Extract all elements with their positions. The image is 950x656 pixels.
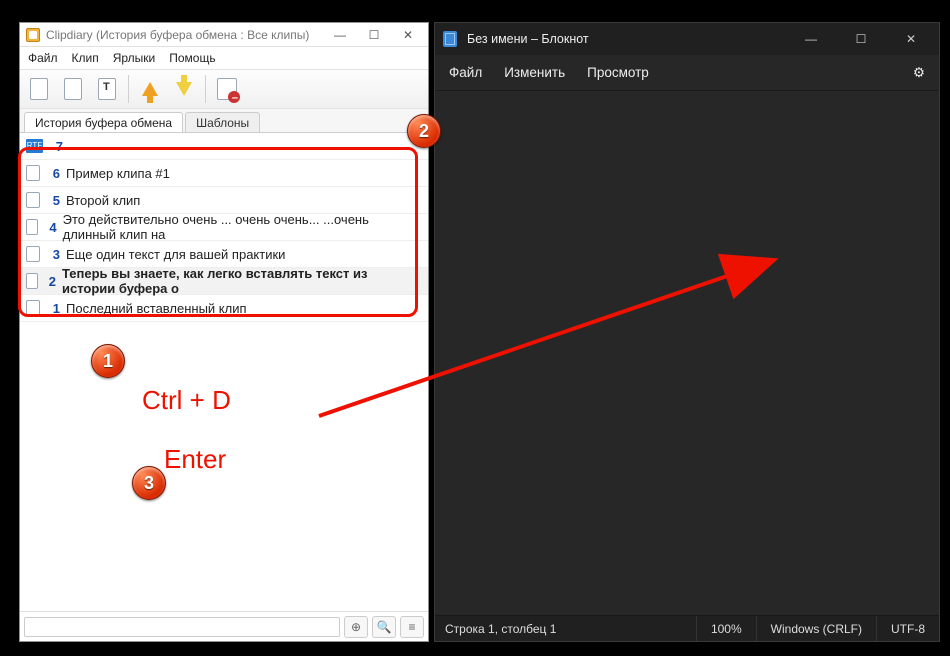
tab-templates[interactable]: Шаблоны <box>185 112 260 132</box>
filter-button[interactable]: ≡ <box>400 616 424 638</box>
notepad-window: Без имени – Блокнот — ☐ ✕ Файл Изменить … <box>434 22 940 642</box>
close-button[interactable]: ✕ <box>394 25 422 45</box>
close-button[interactable]: ✕ <box>891 25 931 53</box>
clipdiary-toolbar <box>20 69 428 109</box>
menu-edit[interactable]: Изменить <box>504 65 565 80</box>
menu-clip[interactable]: Клип <box>72 51 99 65</box>
settings-gear-icon[interactable]: ⚙ <box>913 65 925 81</box>
toolbar-down-button[interactable] <box>169 73 199 105</box>
maximize-button[interactable]: ☐ <box>841 25 881 53</box>
menu-file[interactable]: Файл <box>28 51 58 65</box>
annotation-badge-2: 2 <box>407 114 441 148</box>
notepad-app-icon <box>443 31 457 47</box>
toolbar-separator <box>205 75 206 103</box>
menu-file[interactable]: Файл <box>449 65 482 80</box>
search-input[interactable] <box>24 617 340 637</box>
clipdiary-menubar: Файл Клип Ярлыки Помощь <box>20 47 428 69</box>
search-button[interactable]: 🔍 <box>372 616 396 638</box>
menu-help[interactable]: Помощь <box>169 51 215 65</box>
notepad-menubar: Файл Изменить Просмотр ⚙ <box>435 55 939 91</box>
toolbar-paste-button[interactable] <box>24 73 54 105</box>
annotation-text-ctrld: Ctrl + D <box>142 385 231 416</box>
notepad-title: Без имени – Блокнот <box>467 32 781 46</box>
clipdiary-title: Clipdiary (История буфера обмена : Все к… <box>46 28 320 42</box>
notepad-titlebar: Без имени – Блокнот — ☐ ✕ <box>435 23 939 55</box>
minimize-button[interactable]: — <box>791 25 831 53</box>
notepad-text-area[interactable] <box>435 91 939 615</box>
toolbar-up-button[interactable] <box>135 73 165 105</box>
status-encoding: UTF-8 <box>876 616 939 641</box>
status-cursor-pos: Строка 1, столбец 1 <box>435 616 570 641</box>
zoom-fit-button[interactable]: ⊕ <box>344 616 368 638</box>
clipdiary-tabs: История буфера обмена Шаблоны <box>20 109 428 133</box>
minimize-button[interactable]: — <box>326 25 354 45</box>
status-zoom: 100% <box>696 616 756 641</box>
clipdiary-bottombar: ⊕ 🔍 ≡ <box>20 611 428 641</box>
menu-view[interactable]: Просмотр <box>587 65 649 80</box>
annotation-highlight-box <box>18 147 418 317</box>
annotation-badge-3: 3 <box>132 466 166 500</box>
menu-labels[interactable]: Ярлыки <box>113 51 156 65</box>
annotation-badge-1: 1 <box>91 344 125 378</box>
toolbar-text-button[interactable] <box>92 73 122 105</box>
tab-history[interactable]: История буфера обмена <box>24 112 183 132</box>
clipdiary-titlebar: Clipdiary (История буфера обмена : Все к… <box>20 23 428 47</box>
maximize-button[interactable]: ☐ <box>360 25 388 45</box>
status-eol: Windows (CRLF) <box>756 616 876 641</box>
notepad-statusbar: Строка 1, столбец 1 100% Windows (CRLF) … <box>435 615 939 641</box>
toolbar-separator <box>128 75 129 103</box>
toolbar-copy-button[interactable] <box>58 73 88 105</box>
clipdiary-window: Clipdiary (История буфера обмена : Все к… <box>19 22 429 642</box>
clipdiary-app-icon <box>26 28 40 42</box>
annotation-text-enter: Enter <box>164 444 226 475</box>
toolbar-delete-button[interactable] <box>212 73 242 105</box>
